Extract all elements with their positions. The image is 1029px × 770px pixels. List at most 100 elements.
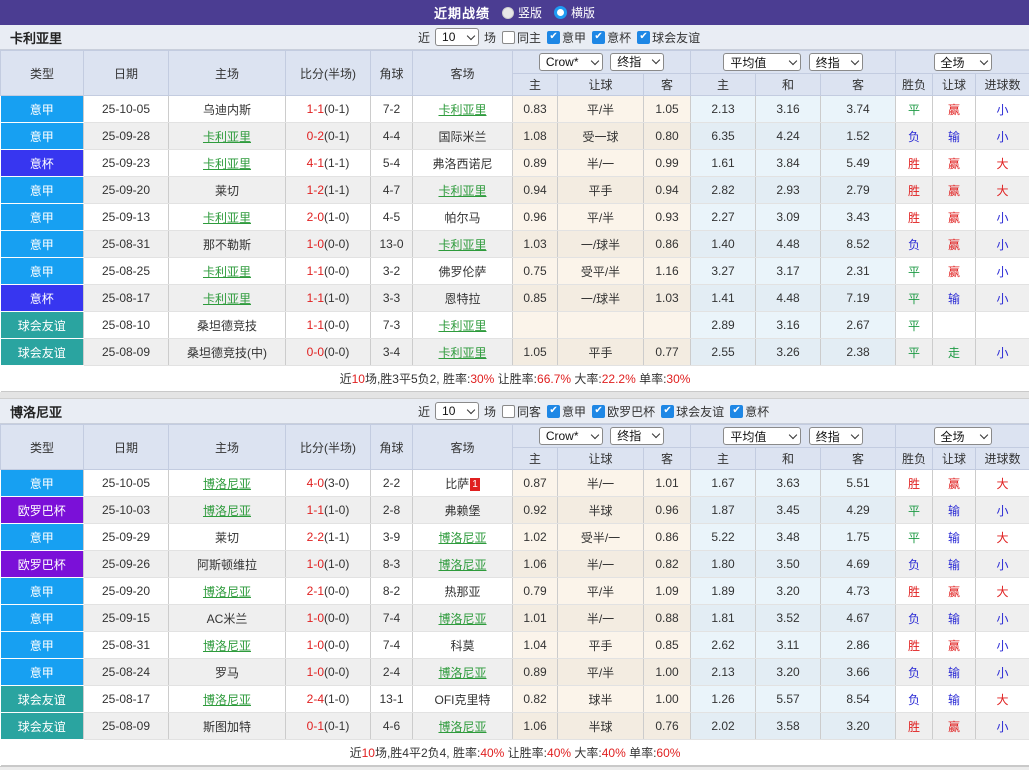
bookmaker-select[interactable]: Crow* (539, 53, 603, 71)
average-select[interactable]: 平均值 (723, 53, 801, 71)
away-team-name[interactable]: 博洛尼亚 (438, 531, 486, 545)
average-index-value: 终指 (816, 428, 840, 445)
same-venue-checkbox[interactable]: 同客 (502, 403, 541, 420)
home-team-name[interactable]: 卡利亚里 (203, 211, 251, 225)
checkbox-checked-icon: ✔ (661, 405, 674, 418)
checkbox-checked-icon: ✔ (592, 31, 605, 44)
half-time-score: (1-0) (324, 557, 349, 571)
home-team-name[interactable]: 博洛尼亚 (203, 639, 251, 653)
scope-select[interactable]: 全场 (934, 427, 992, 445)
home-team-name[interactable]: 卡利亚里 (203, 157, 251, 171)
col-header-odds-away: 客 (644, 448, 691, 470)
corner-score: 7-4 (371, 632, 413, 659)
league-badge: 意杯 (1, 285, 84, 312)
league-filter-checkbox[interactable]: ✔球会友谊 (661, 403, 724, 420)
bookmaker-select[interactable]: Crow* (539, 427, 603, 445)
score: 2-0(1-0) (286, 204, 371, 231)
home-team-name[interactable]: 博洛尼亚 (203, 504, 251, 518)
crow-home-odds: 1.05 (513, 339, 558, 366)
score: 1-0(0-0) (286, 659, 371, 686)
league-badge: 欧罗巴杯 (1, 551, 84, 578)
crow-handicap: 半/一 (558, 150, 644, 177)
match-count-select[interactable]: 10 (435, 402, 479, 420)
same-venue-checkbox[interactable]: 同主 (502, 29, 541, 46)
away-team-name[interactable]: 博洛尼亚 (438, 558, 486, 572)
result-outcome: 胜 (896, 470, 933, 497)
home-team-name[interactable]: 博洛尼亚 (203, 585, 251, 599)
league-filter-checkbox-label: 意杯 (607, 29, 631, 46)
avg-draw-odds: 3.26 (756, 339, 821, 366)
crow-handicap: 半/一 (558, 470, 644, 497)
match-count-select[interactable]: 10 (435, 28, 479, 46)
result-outcome: 负 (896, 659, 933, 686)
away-team-name[interactable]: 卡利亚里 (438, 319, 486, 333)
col-header-result: 胜负 (896, 74, 933, 96)
away-team-name[interactable]: 博洛尼亚 (438, 720, 486, 734)
away-team: 恩特拉 (413, 285, 513, 312)
crow-handicap: 平手 (558, 339, 644, 366)
home-team-name[interactable]: 卡利亚里 (203, 265, 251, 279)
home-team: 乌迪内斯 (169, 96, 286, 123)
bookmaker-select-value: Crow* (546, 55, 579, 69)
home-team-name: 桑坦德竞技(中) (187, 346, 267, 360)
checkbox-checked-icon: ✔ (547, 405, 560, 418)
bookmaker-index-select[interactable]: 终指 (610, 427, 664, 445)
checkbox-checked-icon: ✔ (592, 405, 605, 418)
league-badge: 意甲 (1, 231, 84, 258)
col-header-type: 类型 (1, 425, 84, 470)
league-filter-checkbox[interactable]: ✔意甲 (547, 29, 586, 46)
away-team-name: 热那亚 (444, 585, 480, 599)
home-team-name[interactable]: 卡利亚里 (203, 130, 251, 144)
league-filter-checkbox[interactable]: ✔意杯 (592, 29, 631, 46)
scope-select[interactable]: 全场 (934, 53, 992, 71)
away-team: 佛罗伦萨 (413, 258, 513, 285)
league-filter-checkbox[interactable]: ✔意杯 (730, 403, 769, 420)
away-team-name[interactable]: 博洛尼亚 (438, 612, 486, 626)
avg-draw-odds: 3.17 (756, 258, 821, 285)
avg-home-odds: 2.89 (691, 312, 756, 339)
crow-away-odds (644, 312, 691, 339)
score: 4-0(3-0) (286, 470, 371, 497)
bookmaker-index-value: 终指 (617, 427, 641, 444)
away-team-name[interactable]: 卡利亚里 (438, 184, 486, 198)
avg-draw-odds: 3.20 (756, 578, 821, 605)
away-team: 国际米兰 (413, 123, 513, 150)
match-date: 25-08-31 (84, 231, 169, 258)
away-team-name[interactable]: 卡利亚里 (438, 346, 486, 360)
away-team-name[interactable]: 卡利亚里 (438, 238, 486, 252)
league-filter-checkbox-label: 球会友谊 (652, 29, 700, 46)
home-team: 莱切 (169, 177, 286, 204)
home-team-name[interactable]: 博洛尼亚 (203, 693, 251, 707)
league-badge: 球会友谊 (1, 686, 84, 713)
bookmaker-index-select[interactable]: 终指 (610, 53, 664, 71)
radio-vertical-layout[interactable]: 竖版 (502, 4, 542, 21)
full-time-score: 1-1 (307, 503, 324, 517)
radio-horizontal-layout[interactable]: 横版 (554, 4, 595, 21)
away-team-name[interactable]: 博洛尼亚 (438, 666, 486, 680)
crow-handicap: 平手 (558, 632, 644, 659)
league-filter-checkbox[interactable]: ✔欧罗巴杯 (592, 403, 655, 420)
home-team-name: 桑坦德竞技 (197, 319, 257, 333)
full-time-score: 1-1 (307, 291, 324, 305)
crow-home-odds: 1.03 (513, 231, 558, 258)
corner-score: 13-0 (371, 231, 413, 258)
match-count-value: 10 (442, 404, 455, 418)
col-header-goals: 进球数 (976, 448, 1029, 470)
average-index-select[interactable]: 终指 (809, 427, 863, 445)
average-index-select[interactable]: 终指 (809, 53, 863, 71)
home-team-name[interactable]: 博洛尼亚 (203, 477, 251, 491)
col-header-odds-home: 主 (513, 448, 558, 470)
home-team: 卡利亚里 (169, 150, 286, 177)
result-handicap: 输 (933, 551, 976, 578)
away-team: 卡利亚里 (413, 339, 513, 366)
average-select[interactable]: 平均值 (723, 427, 801, 445)
crow-handicap: 半/一 (558, 605, 644, 632)
crow-home-odds: 0.96 (513, 204, 558, 231)
league-filter-checkbox[interactable]: ✔球会友谊 (637, 29, 700, 46)
chevron-down-icon (591, 431, 599, 439)
crow-away-odds: 0.77 (644, 339, 691, 366)
avg-draw-odds: 3.84 (756, 150, 821, 177)
league-filter-checkbox[interactable]: ✔意甲 (547, 403, 586, 420)
home-team-name[interactable]: 卡利亚里 (203, 292, 251, 306)
away-team-name[interactable]: 卡利亚里 (438, 103, 486, 117)
